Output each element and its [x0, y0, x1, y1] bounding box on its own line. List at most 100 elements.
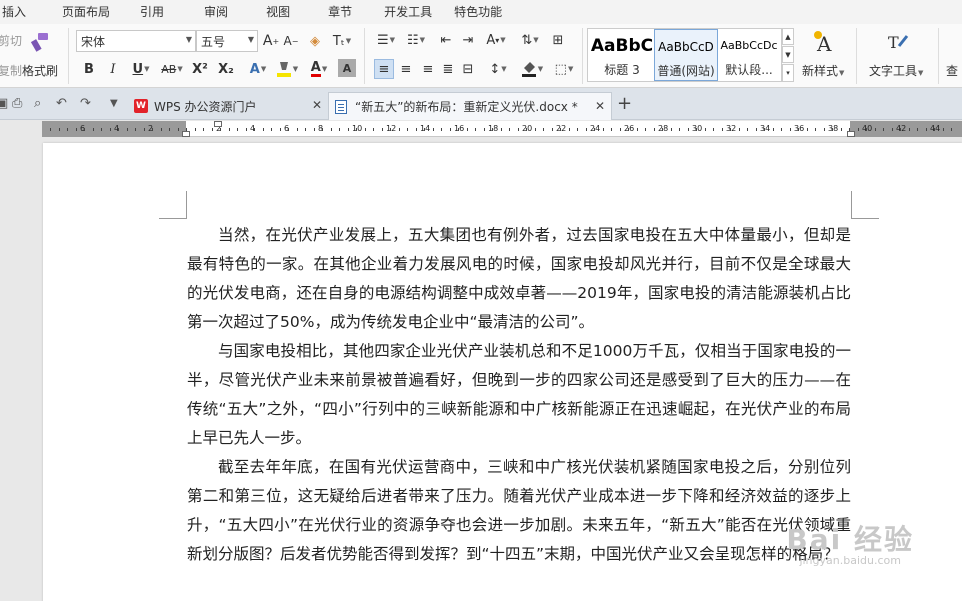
ruler-tick: [721, 128, 723, 131]
style-normal-web[interactable]: AaBbCcD 普通(网站): [654, 29, 718, 81]
grow-font-icon[interactable]: A +: [262, 32, 280, 50]
ruler-tick: [415, 128, 417, 131]
clear-format-icon[interactable]: ◈: [306, 32, 324, 50]
copy-button[interactable]: 复制: [0, 62, 22, 79]
ruler-tick: [891, 128, 893, 131]
ruler-tick: [330, 128, 332, 131]
format-painter-icon[interactable]: [28, 30, 52, 54]
ruler-tick: [645, 128, 646, 131]
document-body[interactable]: 当然，在光伏产业发展上，五大集团也有例外者，过去国家电投在五大中体量最小，但却是…: [187, 221, 851, 569]
subscript-button[interactable]: X₂: [216, 59, 236, 79]
tab-document-title: “新五大”的新布局：重新定义光伏.docx *: [355, 100, 578, 114]
style-default-para-sample: AaBbCcDc: [720, 39, 778, 52]
ruler-label: 20: [522, 124, 533, 133]
menu-page-layout[interactable]: 页面布局: [38, 0, 122, 24]
ruler-tick: [194, 128, 196, 131]
watermark-logo: Bai 经验: [786, 523, 914, 556]
ruler-tick: [653, 128, 655, 131]
ruler-tick: [781, 128, 782, 131]
bold-button[interactable]: B: [80, 59, 98, 79]
style-scroll-up-icon[interactable]: ▲: [782, 28, 794, 45]
style-scroll-down-icon[interactable]: ▼: [782, 46, 794, 63]
strikethrough-label: AB: [161, 62, 177, 76]
ruler-tick: [789, 128, 791, 131]
new-style-button[interactable]: 新样式▼: [802, 62, 844, 79]
close-icon[interactable]: ✕: [312, 98, 322, 112]
numbered-list-icon[interactable]: ☷ ▼: [402, 30, 430, 50]
sort-icon[interactable]: ⇅ ▼: [518, 30, 542, 50]
horizontal-ruler[interactable]: 6 4 2 2 4 6 8 10 12 14 16 18 20 22 24 26 28 30 32 34 36 38 40 4…: [42, 121, 962, 137]
ruler-tick: [900, 128, 901, 131]
line-spacing-icon[interactable]: ↕ ▼: [484, 59, 512, 79]
superscript-button[interactable]: X²: [190, 59, 210, 79]
menu-special[interactable]: 特色功能: [444, 0, 514, 24]
wps-logo-icon: W: [134, 99, 148, 113]
find-replace-button[interactable]: 查: [946, 62, 958, 79]
format-painter-label[interactable]: 格式刷: [22, 62, 58, 79]
first-line-indent-marker[interactable]: [214, 121, 222, 127]
tab-document[interactable]: “新五大”的新布局：重新定义光伏.docx * ✕: [328, 92, 612, 120]
underline-button[interactable]: U ▼: [128, 59, 154, 79]
print-preview-icon[interactable]: ⌕: [34, 96, 41, 111]
ruler-tick: [551, 128, 553, 131]
menu-view[interactable]: 视图: [240, 0, 302, 24]
cut-button[interactable]: 剪切: [0, 32, 22, 49]
print-icon[interactable]: ⎙: [12, 96, 22, 111]
document-icon: [335, 99, 347, 114]
quick-access-dropdown-icon[interactable]: ▼: [110, 98, 118, 109]
menu-review[interactable]: 审阅: [176, 0, 240, 24]
text-tools-icon[interactable]: T: [884, 28, 912, 56]
ruler-tick: [449, 128, 451, 131]
menu-developer[interactable]: 开发工具: [364, 0, 444, 24]
highlight-icon[interactable]: ▼: [274, 59, 300, 79]
save-icon[interactable]: ▣: [0, 96, 8, 111]
table-icon[interactable]: ⊞: [548, 30, 568, 50]
increase-indent-icon[interactable]: ⇥: [458, 30, 478, 50]
font-color-icon[interactable]: A ▼: [306, 59, 332, 79]
paragraph[interactable]: 当然，在光伏产业发展上，五大集团也有例外者，过去国家电投在五大中体量最小，但却是…: [187, 221, 851, 337]
ruler-tick: [857, 128, 859, 131]
phonetic-icon[interactable]: Tₜ ▼: [330, 32, 354, 50]
ruler-label: 22: [556, 124, 567, 133]
close-icon[interactable]: ✕: [595, 99, 605, 113]
align-left-button[interactable]: ≡: [374, 59, 394, 79]
undo-icon[interactable]: ↶: [56, 96, 67, 111]
ruler-tick: [364, 128, 366, 131]
menu-references[interactable]: 引用: [122, 0, 176, 24]
strikethrough-button[interactable]: AB ▼: [158, 59, 186, 79]
ruler-tick: [917, 128, 918, 131]
char-shading-icon[interactable]: A: [338, 59, 356, 77]
tab-wps-portal[interactable]: W WPS 办公资源门户 ✕: [130, 92, 328, 120]
change-case-icon[interactable]: A ▾ ▼: [482, 30, 510, 50]
menu-insert[interactable]: 插入: [0, 0, 38, 24]
align-right-button[interactable]: ≡: [418, 59, 438, 79]
shrink-font-icon[interactable]: A −: [282, 32, 300, 50]
style-heading3[interactable]: AaBbC 标题 3: [590, 29, 654, 81]
font-size-select[interactable]: 五号 ▼: [196, 30, 258, 52]
decrease-indent-icon[interactable]: ⇤: [436, 30, 456, 50]
paragraph[interactable]: 与国家电投相比，其他四家企业光伏产业装机总和不足1000万千瓦，仅相当于国家电投…: [187, 337, 851, 453]
border-icon[interactable]: ⬚ ▼: [550, 59, 578, 79]
bullet-list-icon[interactable]: ☰ ▼: [372, 30, 400, 50]
distribute-button[interactable]: ⊟: [458, 59, 478, 79]
ruler-tick: [262, 128, 264, 131]
style-expand-icon[interactable]: ▾: [782, 64, 794, 82]
ruler-tick: [798, 128, 799, 131]
font-name-select[interactable]: 宋体 ▼: [76, 30, 196, 52]
ruler-tick: [832, 128, 833, 131]
ruler-tick: [679, 128, 680, 131]
menu-section[interactable]: 章节: [302, 0, 364, 24]
shading-icon[interactable]: ▼: [518, 59, 546, 79]
new-tab-icon[interactable]: +: [617, 93, 632, 114]
align-center-button[interactable]: ≡: [396, 59, 416, 79]
text-tools-button[interactable]: 文字工具▼: [869, 62, 923, 79]
ruler-label: 18: [488, 124, 499, 133]
new-style-icon[interactable]: A: [810, 28, 838, 56]
text-effect-icon[interactable]: A ▼: [246, 59, 270, 79]
justify-button[interactable]: ≣: [438, 59, 458, 79]
italic-button[interactable]: I: [104, 59, 122, 79]
redo-icon[interactable]: ↷: [80, 96, 91, 111]
ruler-tick: [568, 128, 570, 131]
style-default-para[interactable]: AaBbCcDc 默认段...: [718, 29, 780, 81]
paragraph[interactable]: 截至去年年底，在国有光伏运营商中，三峡和中广核光伏装机紧随国家电投之后，分别位列…: [187, 453, 851, 569]
